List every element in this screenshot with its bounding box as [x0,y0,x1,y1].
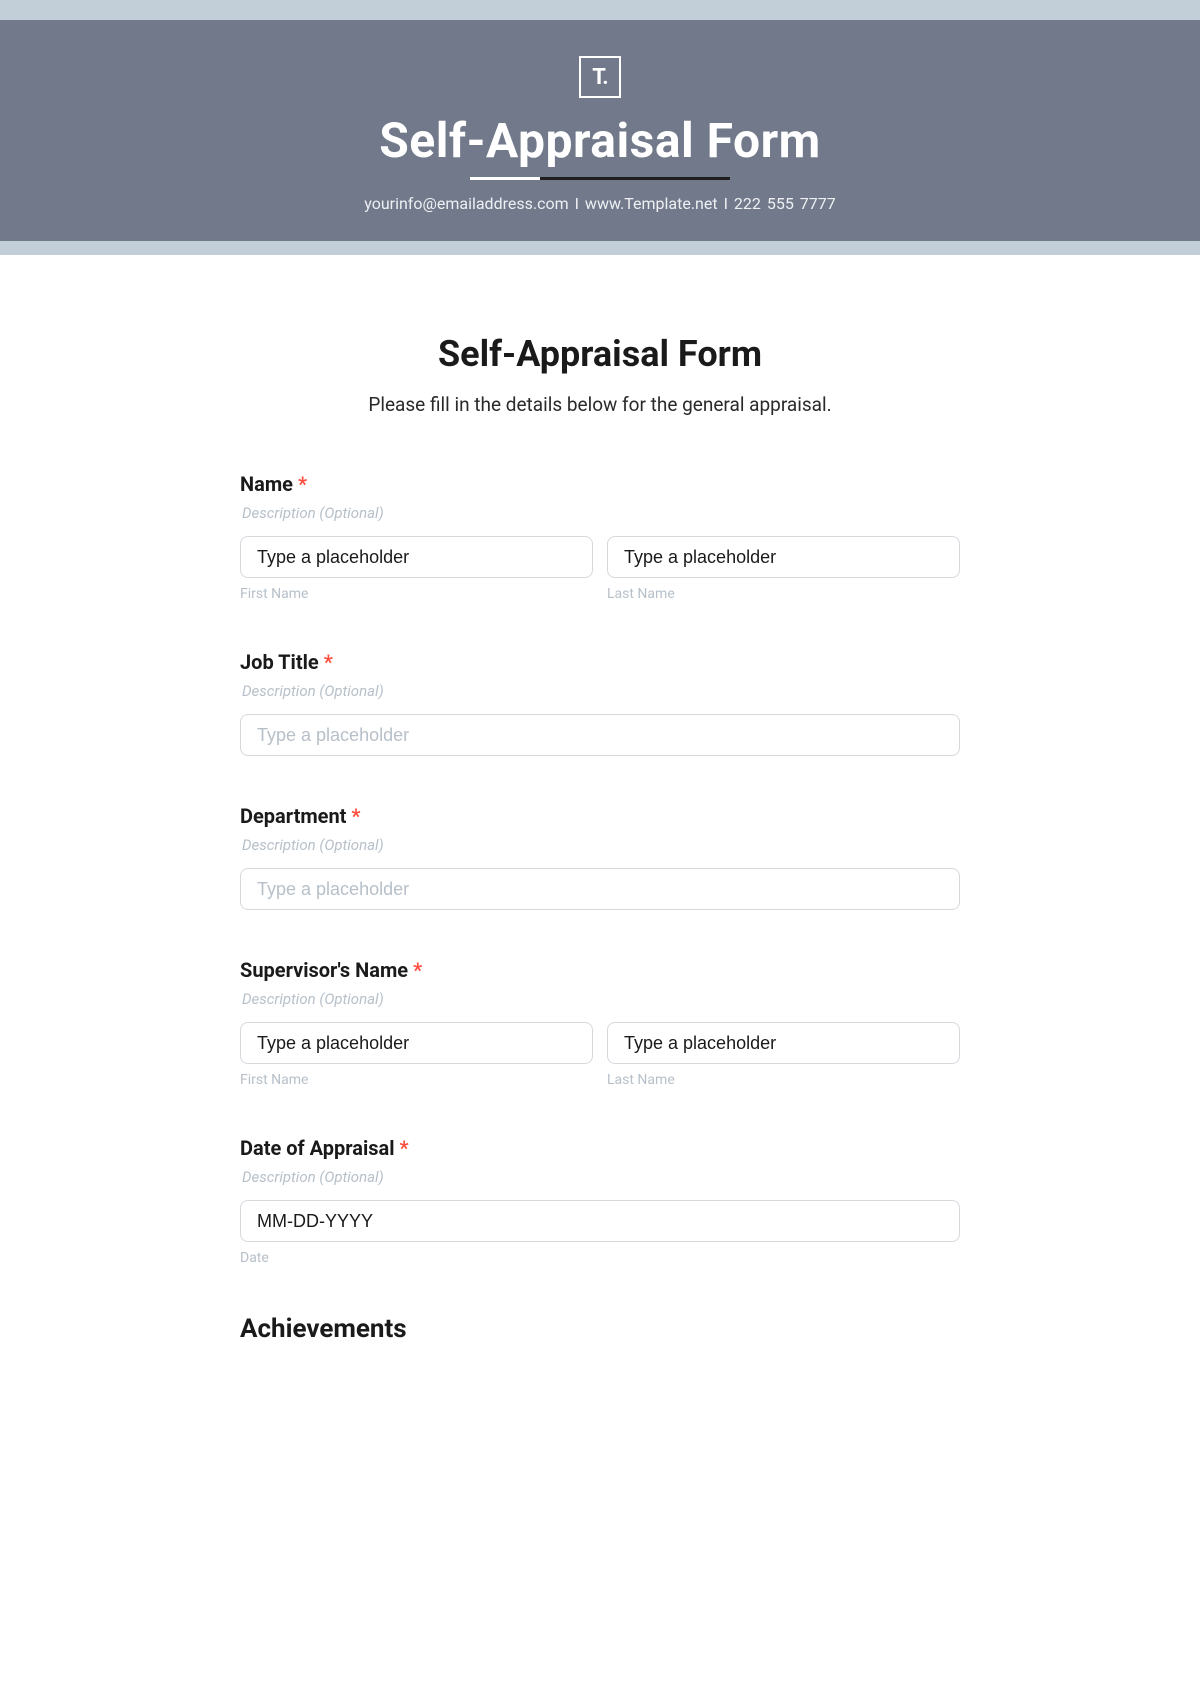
banner-title: Self-Appraisal Form [0,112,1200,169]
section-achievements: Achievements [240,1314,960,1344]
first-name-input[interactable] [240,536,593,578]
banner: T. Self-Appraisal Form yourinfo@emailadd… [0,20,1200,241]
required-marker: * [298,472,307,496]
supervisor-last-name-input[interactable] [607,1022,960,1064]
rule-left [470,177,540,180]
desc-appraisal-date: Description (Optional) [242,1168,960,1186]
topbar-strip [0,0,1200,20]
form-content: Self-Appraisal Form Please fill in the d… [240,255,960,1384]
supervisor-first-name-input[interactable] [240,1022,593,1064]
logo-icon: T. [579,56,621,98]
form-subtitle: Please fill in the details below for the… [240,393,960,416]
supervisor-first-sublabel: First Name [240,1072,593,1088]
last-name-sublabel: Last Name [607,586,960,602]
label-supervisor-text: Supervisor's Name [240,958,408,982]
field-name: Name * Description (Optional) First Name… [240,472,960,602]
sub-banner-strip [0,241,1200,255]
label-appraisal-date-text: Date of Appraisal [240,1136,395,1160]
appraisal-date-input[interactable] [240,1200,960,1242]
desc-department: Description (Optional) [242,836,960,854]
label-department-text: Department [240,804,346,828]
banner-contact: yourinfo@emailaddress.com I www.Template… [0,194,1200,213]
job-title-input[interactable] [240,714,960,756]
label-appraisal-date: Date of Appraisal * [240,1136,960,1160]
field-appraisal-date: Date of Appraisal * Description (Optiona… [240,1136,960,1266]
rule-right [540,177,730,180]
title-rule [470,177,730,180]
field-supervisor: Supervisor's Name * Description (Optiona… [240,958,960,1088]
desc-job-title: Description (Optional) [242,682,960,700]
label-department: Department * [240,804,960,828]
desc-name: Description (Optional) [242,504,960,522]
required-marker: * [400,1136,409,1160]
label-job-title-text: Job Title [240,650,319,674]
required-marker: * [351,804,360,828]
label-job-title: Job Title * [240,650,960,674]
logo-text: T. [592,65,607,90]
label-supervisor: Supervisor's Name * [240,958,960,982]
desc-supervisor: Description (Optional) [242,990,960,1008]
supervisor-last-sublabel: Last Name [607,1072,960,1088]
first-name-sublabel: First Name [240,586,593,602]
field-department: Department * Description (Optional) [240,804,960,910]
last-name-input[interactable] [607,536,960,578]
department-input[interactable] [240,868,960,910]
label-name-text: Name [240,472,293,496]
required-marker: * [413,958,422,982]
appraisal-date-sublabel: Date [240,1250,960,1266]
required-marker: * [324,650,333,674]
label-name: Name * [240,472,960,496]
form-title: Self-Appraisal Form [240,333,960,375]
field-job-title: Job Title * Description (Optional) [240,650,960,756]
